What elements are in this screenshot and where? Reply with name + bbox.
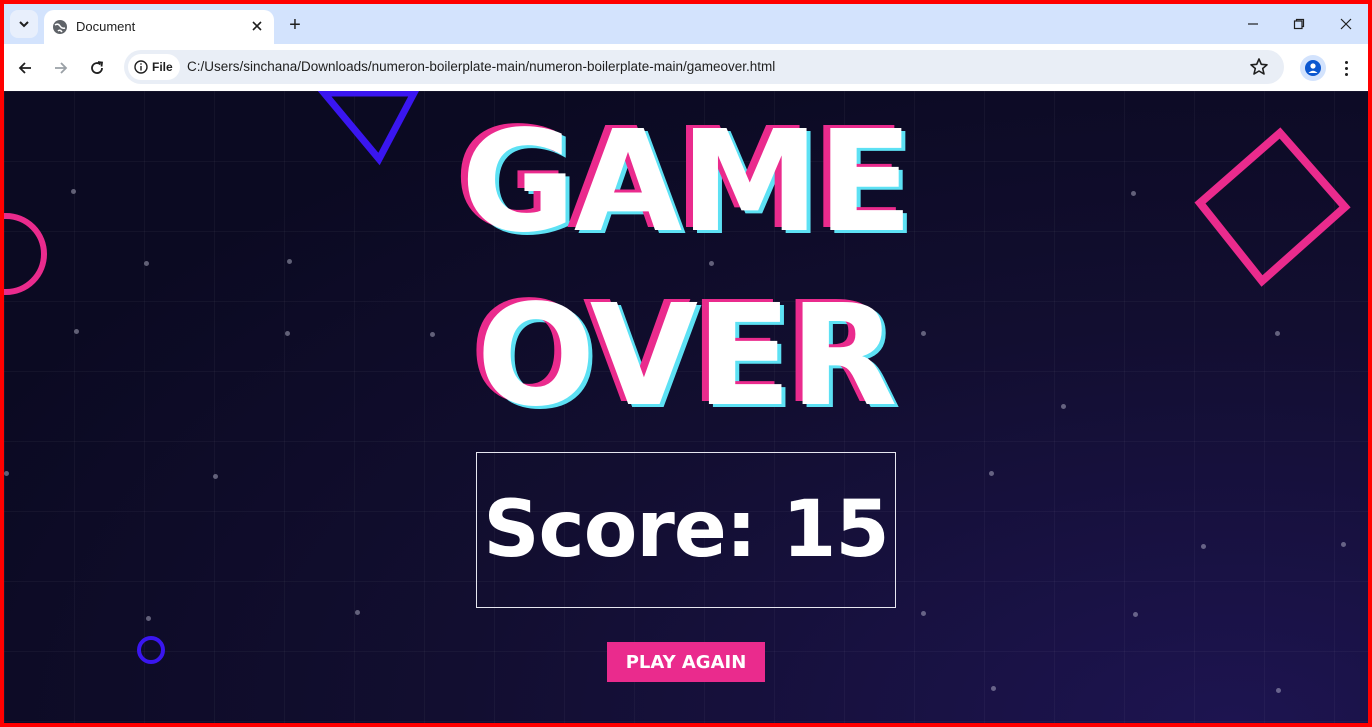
particle xyxy=(146,616,151,621)
site-chip-label: File xyxy=(152,60,173,74)
close-icon xyxy=(1340,18,1352,30)
small-circle-decoration xyxy=(137,636,165,664)
game-over-title-line-2: OVER xyxy=(476,275,897,438)
particle xyxy=(989,471,994,476)
tab-close-button[interactable] xyxy=(248,17,266,35)
site-info-chip[interactable]: File xyxy=(128,54,180,80)
tab-strip: Document + xyxy=(4,4,1368,44)
kebab-dot xyxy=(1344,60,1348,64)
particle xyxy=(213,474,218,479)
arrow-left-icon xyxy=(18,62,31,74)
globe-icon xyxy=(53,20,67,34)
particle xyxy=(991,686,996,691)
score-box: Score: 15 xyxy=(476,452,896,608)
score-text: Score: 15 xyxy=(483,485,889,575)
back-button[interactable] xyxy=(12,55,38,81)
tab-title: Document xyxy=(76,19,136,34)
restore-icon xyxy=(1293,18,1305,30)
chevron-down-icon xyxy=(19,21,29,28)
browser-window: Document + File C:/Users/sinchana/Downlo… xyxy=(4,4,1368,723)
reload-icon xyxy=(91,61,104,74)
minimize-icon xyxy=(1248,23,1258,25)
particle xyxy=(4,471,9,476)
tab-search-button[interactable] xyxy=(10,10,38,38)
particle xyxy=(921,611,926,616)
particle xyxy=(287,259,292,264)
particle xyxy=(355,610,360,615)
profile-button[interactable] xyxy=(1300,55,1326,81)
arrow-right-icon xyxy=(55,62,68,74)
url-text[interactable]: C:/Users/sinchana/Downloads/numeron-boil… xyxy=(187,59,775,74)
reload-button[interactable] xyxy=(84,55,110,81)
restore-button[interactable] xyxy=(1284,12,1314,36)
forward-button[interactable] xyxy=(48,55,74,81)
person-icon xyxy=(1305,60,1321,76)
particle xyxy=(1276,688,1281,693)
play-again-button[interactable]: PLAY AGAIN xyxy=(607,642,765,682)
bookmark-star-icon[interactable] xyxy=(1248,56,1270,78)
particle xyxy=(144,261,149,266)
particle xyxy=(1133,612,1138,617)
info-icon xyxy=(134,60,148,74)
page-viewport: GAME OVER Score: 15 PLAY AGAIN xyxy=(4,91,1368,723)
browser-toolbar: File C:/Users/sinchana/Downloads/numeron… xyxy=(4,44,1368,91)
window-close-button[interactable] xyxy=(1331,12,1361,36)
new-tab-button[interactable]: + xyxy=(282,12,308,38)
kebab-dot xyxy=(1344,66,1348,70)
minimize-button[interactable] xyxy=(1238,12,1268,36)
particle xyxy=(1341,542,1346,547)
browser-menu-button[interactable] xyxy=(1336,55,1356,81)
address-bar[interactable]: File C:/Users/sinchana/Downloads/numeron… xyxy=(124,50,1284,84)
close-icon xyxy=(252,21,262,31)
particle xyxy=(1201,544,1206,549)
game-over-title-line-1: GAME xyxy=(460,101,913,264)
active-tab[interactable]: Document xyxy=(44,10,274,44)
kebab-dot xyxy=(1344,72,1348,76)
